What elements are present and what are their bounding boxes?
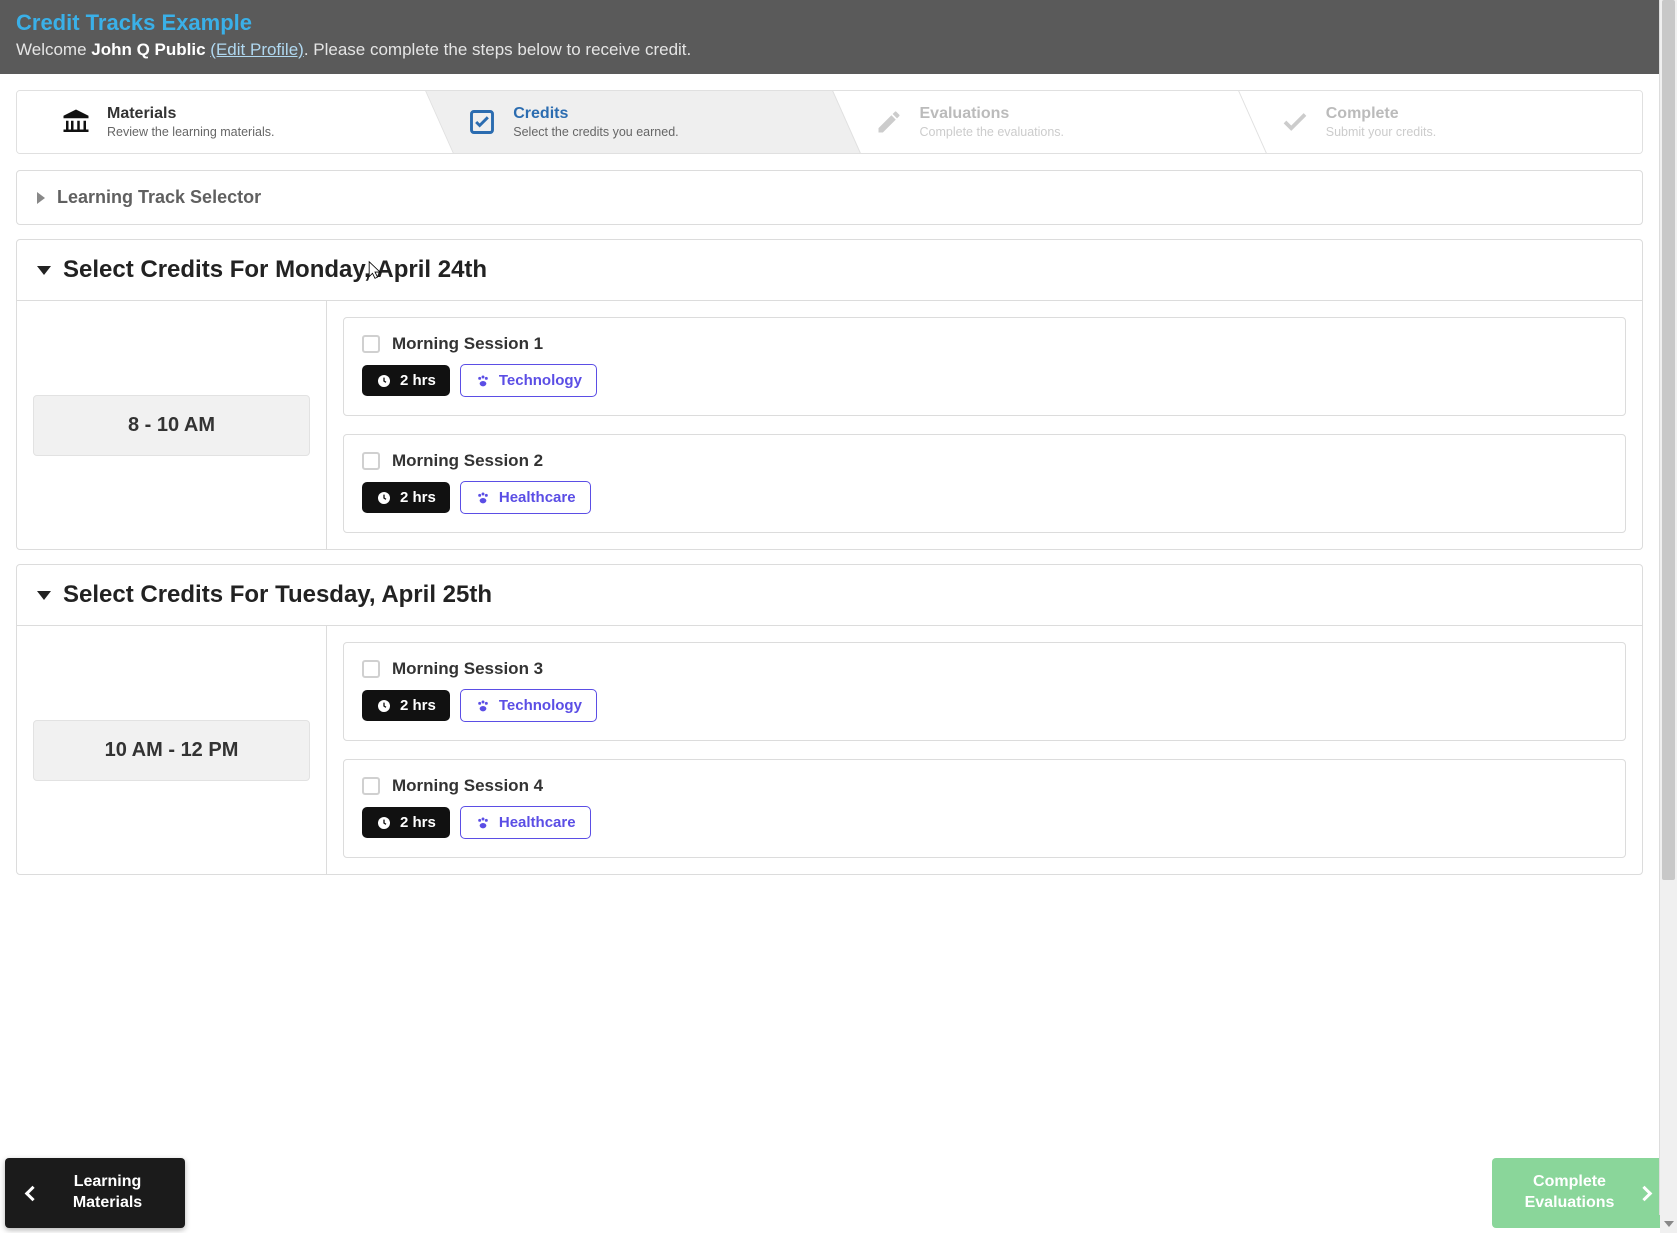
chevron-right-icon — [1637, 1185, 1653, 1201]
session-card: Morning Session 3 2 hrs Technology — [343, 642, 1626, 741]
track-selector-panel: Learning Track Selector — [16, 170, 1643, 225]
timeslot-column: 10 AM - 12 PM — [17, 626, 327, 874]
hours-text: 2 hrs — [400, 697, 436, 714]
hours-text: 2 hrs — [400, 814, 436, 831]
next-button[interactable]: Complete Evaluations — [1492, 1158, 1672, 1228]
step-complete[interactable]: Complete Submit your credits. — [1236, 91, 1642, 153]
step-evaluations[interactable]: Evaluations Complete the evaluations. — [830, 91, 1236, 153]
clock-icon — [376, 815, 392, 831]
step-title: Materials — [107, 105, 274, 123]
category-pill[interactable]: Technology — [460, 689, 597, 722]
page-title: Credit Tracks Example — [16, 10, 1661, 36]
hours-pill: 2 hrs — [362, 807, 450, 838]
prev-label: Learning Materials — [52, 1172, 163, 1214]
paw-icon — [475, 815, 491, 831]
clock-icon — [376, 490, 392, 506]
session-title: Morning Session 2 — [392, 451, 543, 471]
evaluations-icon — [874, 107, 904, 137]
day-title: Select Credits For Tuesday, April 25th — [63, 581, 492, 609]
day-header[interactable]: Select Credits For Monday, April 24th — [17, 240, 1642, 300]
step-title: Complete — [1326, 105, 1436, 123]
step-desc: Review the learning materials. — [107, 125, 274, 139]
step-desc: Submit your credits. — [1326, 125, 1436, 139]
scrollbar[interactable] — [1659, 0, 1677, 1215]
hours-pill: 2 hrs — [362, 690, 450, 721]
chevron-right-icon — [37, 192, 45, 204]
scroll-thumb[interactable] — [1662, 0, 1675, 880]
step-desc: Select the credits you earned. — [513, 125, 678, 139]
chevron-down-icon — [37, 591, 51, 600]
timeslot-label: 10 AM - 12 PM — [33, 720, 310, 781]
session-card: Morning Session 2 2 hrs Healthcare — [343, 434, 1626, 533]
hours-text: 2 hrs — [400, 489, 436, 506]
welcome-prefix: Welcome — [16, 40, 91, 59]
paw-icon — [475, 490, 491, 506]
materials-icon — [61, 107, 91, 137]
paw-icon — [475, 698, 491, 714]
clock-icon — [376, 698, 392, 714]
prev-button[interactable]: Learning Materials — [5, 1158, 185, 1228]
track-selector-toggle[interactable]: Learning Track Selector — [17, 171, 1642, 224]
chevron-down-icon — [37, 266, 51, 275]
hours-text: 2 hrs — [400, 372, 436, 389]
session-title: Morning Session 3 — [392, 659, 543, 679]
step-desc: Complete the evaluations. — [920, 125, 1065, 139]
timeslot-label: 8 - 10 AM — [33, 395, 310, 456]
welcome-line: Welcome John Q Public (Edit Profile). Pl… — [16, 40, 1661, 60]
category-text: Technology — [499, 697, 582, 714]
paw-icon — [475, 373, 491, 389]
next-label: Complete Evaluations — [1514, 1172, 1625, 1214]
session-card: Morning Session 1 2 hrs Technology — [343, 317, 1626, 416]
complete-icon — [1280, 107, 1310, 137]
session-checkbox[interactable] — [362, 335, 380, 353]
session-title: Morning Session 1 — [392, 334, 543, 354]
track-selector-label: Learning Track Selector — [57, 187, 261, 208]
sessions-column: Morning Session 3 2 hrs Technology — [327, 626, 1642, 874]
credits-icon — [467, 107, 497, 137]
session-checkbox[interactable] — [362, 660, 380, 678]
category-text: Healthcare — [499, 814, 576, 831]
day-panel-1: Select Credits For Monday, April 24th 8 … — [16, 239, 1643, 550]
hours-pill: 2 hrs — [362, 365, 450, 396]
session-card: Morning Session 4 2 hrs Healthcare — [343, 759, 1626, 858]
step-tracker: Materials Review the learning materials.… — [16, 90, 1643, 154]
footer-nav: Learning Materials Complete Evaluations — [5, 1158, 1672, 1228]
welcome-suffix: . Please complete the steps below to rec… — [304, 40, 691, 59]
category-pill[interactable]: Healthcare — [460, 481, 591, 514]
step-credits[interactable]: Credits Select the credits you earned. — [423, 91, 829, 153]
day-panel-2: Select Credits For Tuesday, April 25th 1… — [16, 564, 1643, 875]
user-name: John Q Public — [91, 40, 205, 59]
timeslot-column: 8 - 10 AM — [17, 301, 327, 549]
triangle-down-icon — [1664, 1221, 1674, 1227]
chevron-left-icon — [25, 1185, 41, 1201]
edit-profile-link[interactable]: (Edit Profile) — [210, 40, 304, 59]
category-pill[interactable]: Healthcare — [460, 806, 591, 839]
step-title: Evaluations — [920, 105, 1065, 123]
step-materials[interactable]: Materials Review the learning materials. — [17, 91, 423, 153]
category-text: Technology — [499, 372, 582, 389]
session-checkbox[interactable] — [362, 777, 380, 795]
session-title: Morning Session 4 — [392, 776, 543, 796]
hours-pill: 2 hrs — [362, 482, 450, 513]
clock-icon — [376, 373, 392, 389]
session-checkbox[interactable] — [362, 452, 380, 470]
app-header: Credit Tracks Example Welcome John Q Pub… — [0, 0, 1677, 74]
day-header[interactable]: Select Credits For Tuesday, April 25th — [17, 565, 1642, 625]
step-title: Credits — [513, 105, 678, 123]
category-text: Healthcare — [499, 489, 576, 506]
sessions-column: Morning Session 1 2 hrs Technology — [327, 301, 1642, 549]
day-title: Select Credits For Monday, April 24th — [63, 256, 487, 284]
category-pill[interactable]: Technology — [460, 364, 597, 397]
scroll-down-button[interactable] — [1660, 1215, 1677, 1233]
